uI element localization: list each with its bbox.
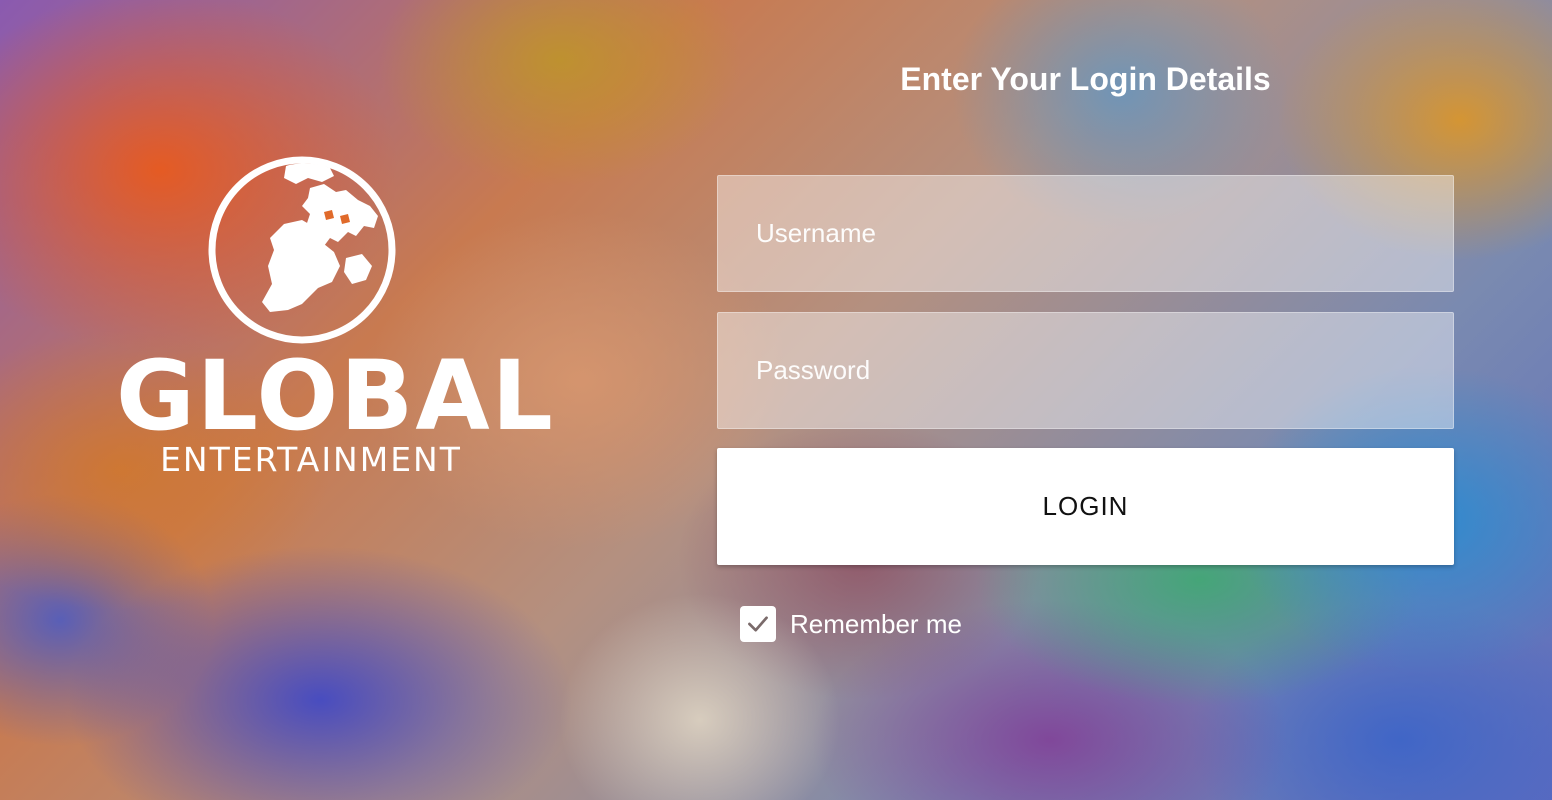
login-title: Enter Your Login Details	[900, 61, 1271, 97]
username-input[interactable]	[718, 176, 1453, 291]
brand-tagline: ENTERTAINMENT	[160, 440, 462, 479]
remember-me-toggle[interactable]: Remember me	[740, 606, 962, 642]
global-entertainment-logo: GLOBAL ENTERTAINMENT	[116, 150, 555, 490]
globe-icon	[208, 156, 396, 344]
brand-name: GLOBAL	[116, 340, 555, 452]
password-input[interactable]	[718, 313, 1453, 428]
login-button[interactable]: LOGIN	[717, 448, 1454, 565]
login-screen: GLOBAL ENTERTAINMENT Enter Your Login De…	[0, 0, 1552, 800]
check-icon	[748, 616, 768, 632]
password-field[interactable]	[717, 312, 1454, 429]
username-field[interactable]	[717, 175, 1454, 292]
remember-me-checkbox[interactable]	[740, 606, 776, 642]
remember-me-label: Remember me	[790, 609, 962, 639]
